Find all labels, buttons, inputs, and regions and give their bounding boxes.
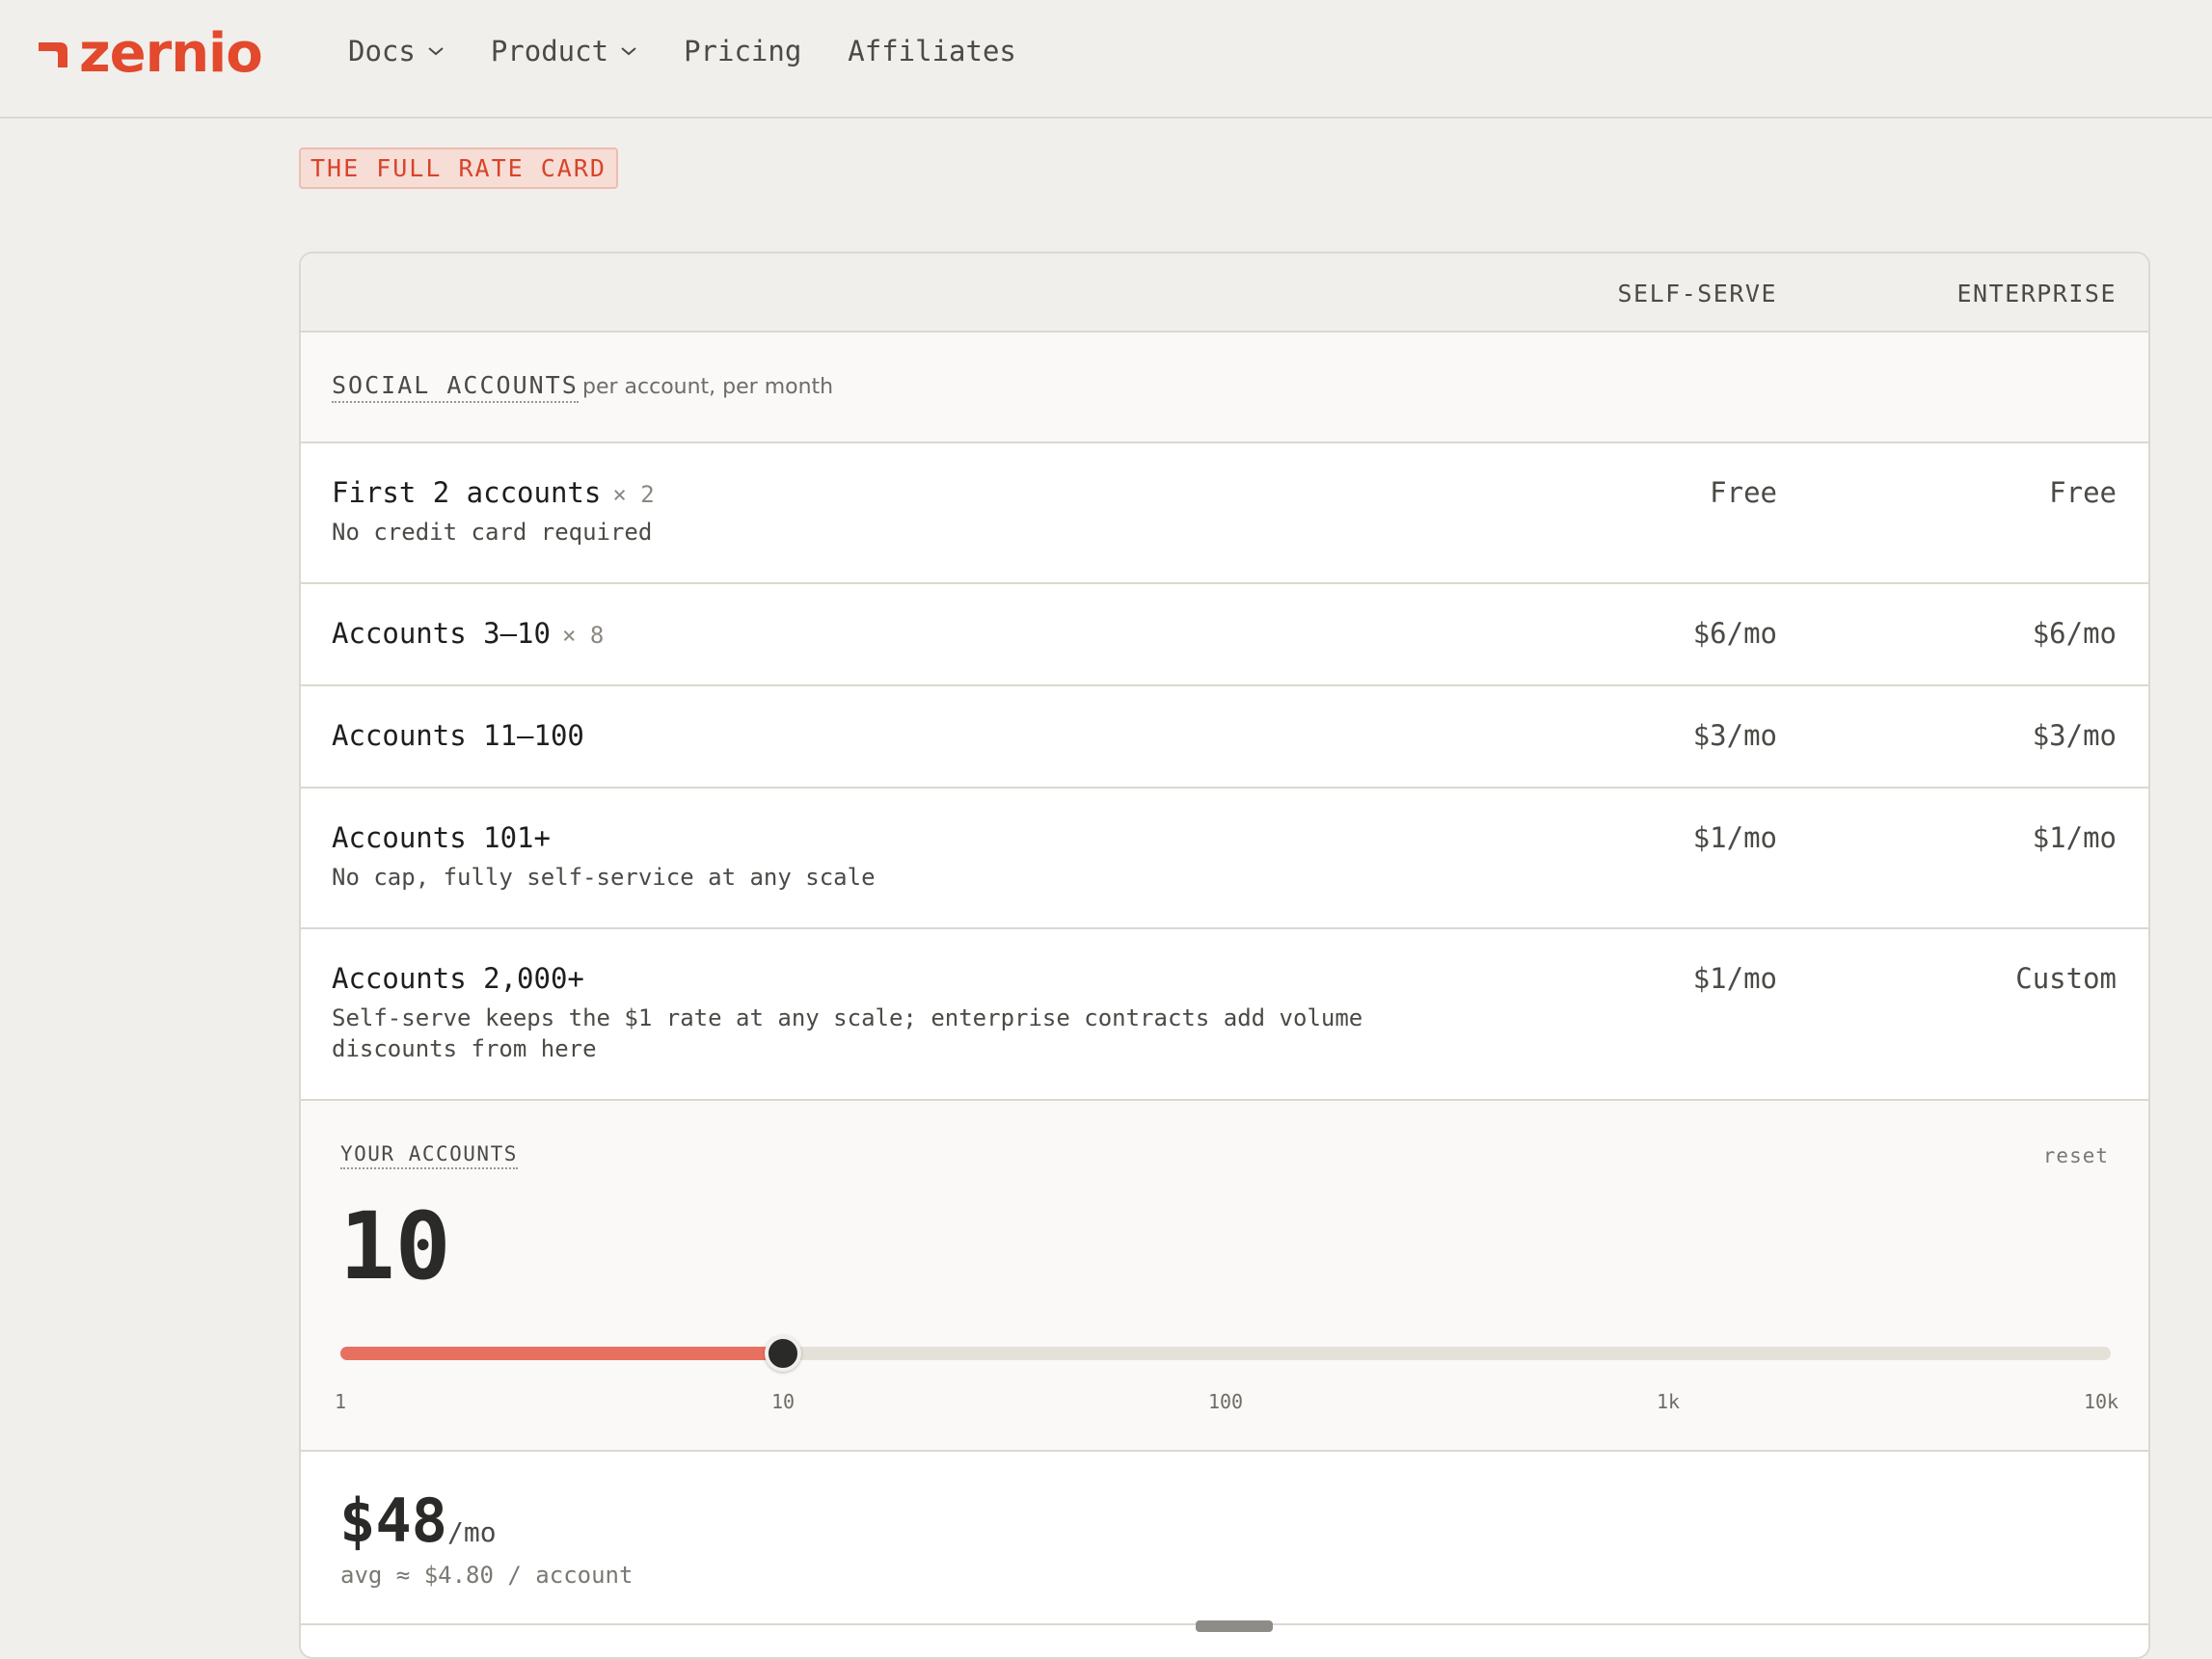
average-per-account: avg ≈ $4.80 / account	[340, 1562, 634, 1589]
row-title: First 2 accounts × 2	[332, 476, 655, 509]
row-description: No credit card required	[332, 519, 653, 546]
total-unit: /mo	[446, 1516, 497, 1548]
slider-tick: 1	[334, 1390, 347, 1413]
section-header: SOCIAL ACCOUNTS · per account, per month	[301, 333, 2148, 443]
top-navigation-bar: zernio Docs Product Pricing Affiliates	[0, 0, 2212, 119]
account-calculator: YOUR ACCOUNTS reset 10 1 10 100 1k 10k	[301, 1101, 2148, 1452]
slider-tick: 10	[770, 1390, 796, 1413]
row-description: Self-serve keeps the $1 rate at any scal…	[332, 1004, 1363, 1062]
logo-mark-icon	[39, 42, 67, 67]
nav-affiliates-label: Affiliates	[848, 35, 1016, 67]
table-row: First 2 accounts × 2 No credit card requi…	[301, 443, 2148, 584]
self-serve-price: Free	[1710, 476, 1777, 509]
nav-product-label: Product	[490, 35, 609, 67]
chevron-down-icon	[621, 47, 636, 56]
self-serve-price: $3/mo	[1692, 719, 1777, 752]
row-title: Accounts 2,000+	[332, 962, 584, 995]
row-title: Accounts 3–10 × 8	[332, 617, 605, 650]
your-accounts-label[interactable]: YOUR ACCOUNTS	[340, 1142, 518, 1169]
row-title: Accounts 11–100	[332, 719, 584, 752]
total-price-panel: $48/mo avg ≈ $4.80 / account	[301, 1452, 2148, 1632]
table-row: Accounts 101+ No cap, fully self-service…	[301, 789, 2148, 929]
brand-name: zernio	[79, 22, 263, 85]
nav-affiliates[interactable]: Affiliates	[848, 35, 1016, 67]
slider-fill	[340, 1347, 783, 1360]
nav-product[interactable]: Product	[491, 35, 637, 67]
table-header: SELF-SERVE ENTERPRISE	[301, 254, 2148, 333]
brand-logo[interactable]: zernio	[35, 22, 263, 85]
nav-docs-label: Docs	[348, 35, 416, 67]
row-multiplier: × 2	[612, 481, 655, 508]
table-row: Accounts 3–10 × 8 $6/mo $6/mo	[301, 584, 2148, 686]
accounts-slider[interactable]	[340, 1335, 2111, 1372]
section-tag: THE FULL RATE CARD	[299, 147, 618, 189]
section-title[interactable]: SOCIAL ACCOUNTS	[332, 371, 579, 403]
slider-thumb[interactable]	[765, 1335, 801, 1372]
reset-button[interactable]: reset	[2043, 1144, 2109, 1167]
enterprise-price: Custom	[2015, 962, 2117, 995]
row-title: Accounts 101+	[332, 821, 551, 854]
self-serve-price: $1/mo	[1692, 962, 1777, 995]
slider-tick: 100	[1207, 1390, 1244, 1413]
main-nav: Docs Product Pricing Affiliates	[348, 35, 1016, 67]
slider-tick: 10k	[2083, 1390, 2119, 1413]
account-count: 10	[339, 1192, 451, 1300]
rate-card-table: SELF-SERVE ENTERPRISE SOCIAL ACCOUNTS · …	[299, 252, 2150, 1659]
self-serve-price: $1/mo	[1692, 821, 1777, 854]
nav-docs[interactable]: Docs	[348, 35, 445, 67]
slider-tick: 1k	[1656, 1390, 1681, 1413]
section-subtitle: · per account, per month	[569, 375, 834, 399]
total-amount: $48/mo	[339, 1485, 497, 1556]
table-row: Accounts 2,000+ Self-serve keeps the $1 …	[301, 929, 2148, 1101]
column-header-enterprise: ENTERPRISE	[1956, 280, 2117, 308]
enterprise-price: $1/mo	[2032, 821, 2117, 854]
chevron-down-icon	[428, 47, 444, 56]
enterprise-price: $3/mo	[2032, 719, 2117, 752]
nav-pricing[interactable]: Pricing	[684, 35, 801, 67]
row-multiplier: × 8	[561, 622, 605, 649]
column-header-self-serve: SELF-SERVE	[1617, 280, 1777, 308]
enterprise-price: $6/mo	[2032, 617, 2117, 650]
row-description: No cap, fully self-service at any scale	[332, 864, 876, 891]
nav-pricing-label: Pricing	[684, 35, 802, 67]
scroll-handle[interactable]	[1196, 1620, 1273, 1632]
table-row: Accounts 11–100 $3/mo $3/mo	[301, 686, 2148, 789]
enterprise-price: Free	[2049, 476, 2117, 509]
self-serve-price: $6/mo	[1692, 617, 1777, 650]
